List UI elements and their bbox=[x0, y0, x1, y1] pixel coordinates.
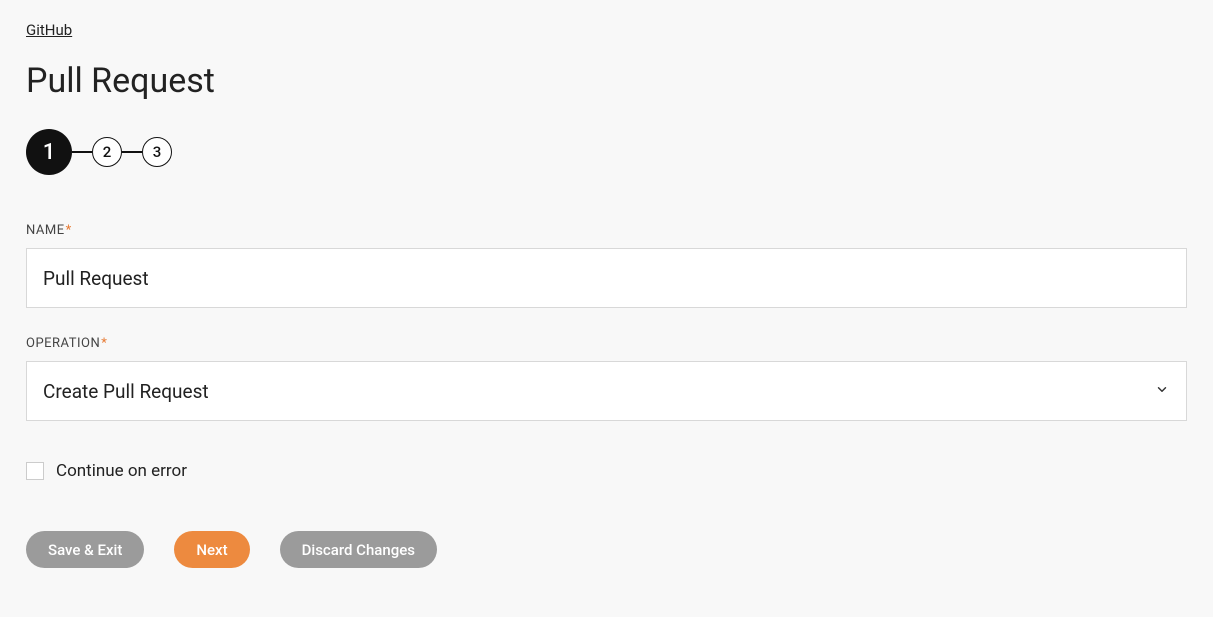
required-star: * bbox=[66, 223, 72, 238]
name-label-text: NAME bbox=[26, 223, 65, 238]
operation-select[interactable]: Create Pull Request bbox=[26, 361, 1187, 421]
name-label: NAME* bbox=[26, 223, 1187, 238]
step-1[interactable]: 1 bbox=[26, 129, 72, 175]
action-buttons: Save & Exit Next Discard Changes bbox=[26, 531, 1187, 568]
operation-select-wrap: Create Pull Request bbox=[26, 361, 1187, 421]
next-button[interactable]: Next bbox=[174, 531, 249, 568]
operation-field-group: OPERATION* Create Pull Request bbox=[26, 336, 1187, 421]
stepper: 1 2 3 bbox=[26, 129, 1187, 175]
step-2[interactable]: 2 bbox=[92, 137, 122, 167]
step-separator bbox=[72, 151, 92, 153]
step-3[interactable]: 3 bbox=[142, 137, 172, 167]
continue-on-error-checkbox[interactable] bbox=[26, 462, 44, 480]
operation-label: OPERATION* bbox=[26, 336, 1187, 351]
page-title: Pull Request bbox=[26, 61, 1187, 101]
continue-on-error-row: Continue on error bbox=[26, 461, 1187, 481]
operation-label-text: OPERATION bbox=[26, 336, 100, 351]
name-input[interactable] bbox=[26, 248, 1187, 308]
save-exit-button[interactable]: Save & Exit bbox=[26, 531, 144, 568]
required-star: * bbox=[101, 336, 107, 351]
operation-selected-value: Create Pull Request bbox=[43, 380, 209, 403]
discard-button[interactable]: Discard Changes bbox=[280, 531, 437, 568]
name-field-group: NAME* bbox=[26, 223, 1187, 308]
breadcrumb-link[interactable]: GitHub bbox=[26, 21, 72, 39]
step-separator bbox=[122, 151, 142, 153]
continue-on-error-label: Continue on error bbox=[56, 461, 187, 481]
